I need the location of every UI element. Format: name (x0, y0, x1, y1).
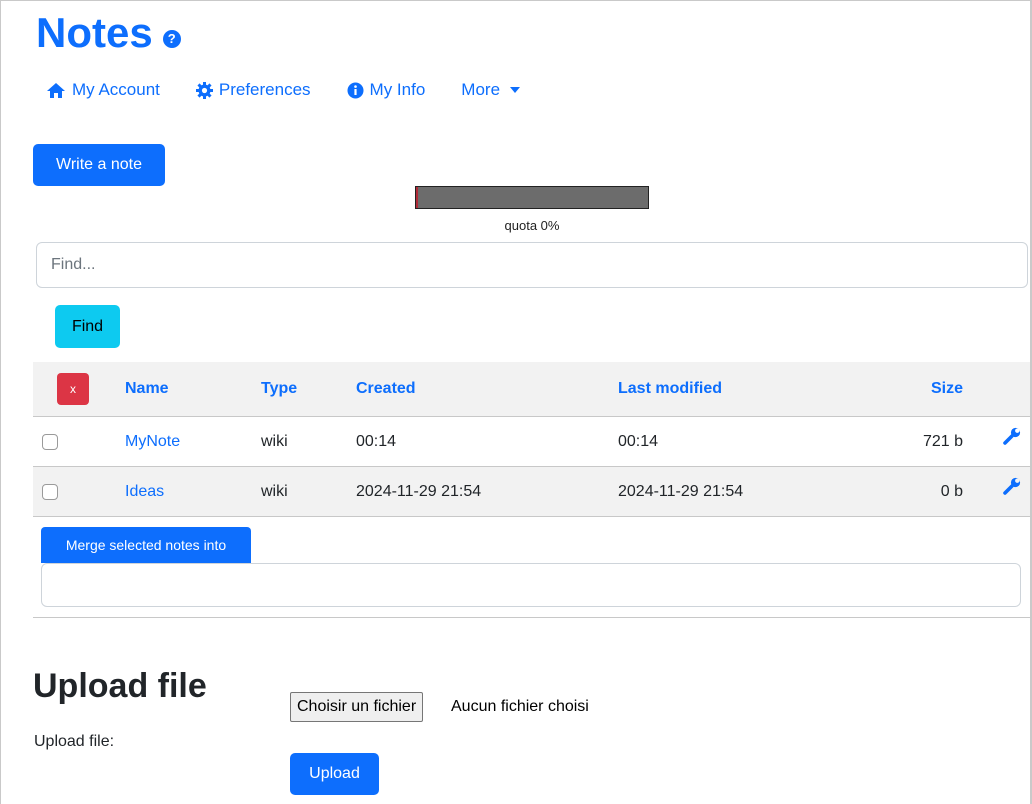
delete-selected-button[interactable]: x (57, 373, 89, 405)
upload-field-label: Upload file: (34, 733, 115, 750)
quota-bar-fill (416, 187, 418, 208)
notes-table: x Name Type Created Last modified Size M… (33, 362, 1030, 517)
section-divider (33, 617, 1030, 618)
note-type: wiki (261, 432, 288, 450)
row-settings-cell (1003, 411, 1021, 460)
top-nav: My Account Preferences My Info More (46, 80, 556, 100)
nav-more-dropdown[interactable]: More (461, 80, 521, 100)
note-last-modified: 00:14 (618, 432, 659, 450)
nav-more-label: More (461, 80, 501, 99)
window-border-top (0, 0, 1032, 1)
nav-preferences[interactable]: Preferences (195, 80, 311, 100)
row-select-checkbox[interactable] (42, 483, 58, 500)
column-header-type[interactable]: Type (261, 362, 297, 416)
note-name-link[interactable]: Ideas (125, 467, 164, 516)
page-title-text: Notes (36, 9, 153, 56)
caret-down-icon (510, 87, 521, 93)
home-icon (47, 82, 65, 98)
upload-heading: Upload file (33, 667, 207, 705)
table-header: x Name Type Created Last modified Size (33, 362, 1030, 417)
window-border-left (0, 0, 1, 804)
info-icon (347, 82, 364, 98)
header-delete-cell: x (57, 362, 89, 416)
column-header-last-modified[interactable]: Last modified (618, 362, 722, 416)
choose-file-button[interactable]: Choisir un fichier (290, 692, 424, 722)
column-header-name[interactable]: Name (125, 362, 169, 416)
quota-label: quota 0% (504, 218, 560, 233)
nav-preferences-label: Preferences (218, 80, 311, 99)
row-settings-cell (1003, 461, 1021, 510)
file-status-text: Aucun fichier choisi (451, 698, 589, 715)
gear-icon (195, 81, 213, 99)
table-row: MyNote wiki 00:14 00:14 721 b (33, 417, 1030, 467)
row-select-cell (42, 467, 58, 516)
table-row: Ideas wiki 2024-11-29 21:54 2024-11-29 2… (33, 467, 1030, 517)
page-title: Notes ? (36, 8, 181, 58)
row-select-checkbox[interactable] (42, 433, 58, 450)
search-input[interactable] (36, 242, 1028, 288)
wrench-icon[interactable] (1003, 477, 1021, 495)
note-size: 0 b (940, 482, 963, 500)
row-select-cell (42, 417, 58, 466)
merge-notes-button[interactable]: Merge selected notes into (41, 527, 251, 563)
find-button[interactable]: Find (55, 305, 120, 348)
merge-target-input[interactable] (41, 563, 1021, 607)
quota-bar (415, 186, 649, 209)
nav-my-info[interactable]: My Info (347, 80, 426, 100)
column-header-size[interactable]: Size (883, 362, 963, 416)
help-icon[interactable]: ? (162, 30, 181, 48)
write-note-button[interactable]: Write a note (33, 144, 165, 186)
note-size: 721 b (922, 432, 963, 450)
wrench-icon[interactable] (1003, 427, 1021, 445)
upload-button[interactable]: Upload (290, 753, 379, 795)
note-created: 2024-11-29 21:54 (356, 482, 482, 500)
note-created: 00:14 (356, 432, 397, 450)
note-type: wiki (261, 482, 288, 500)
nav-my-account[interactable]: My Account (46, 80, 160, 100)
column-header-created[interactable]: Created (356, 362, 416, 416)
note-name-link[interactable]: MyNote (125, 417, 180, 466)
nav-my-account-label: My Account (72, 80, 160, 99)
nav-my-info-label: My Info (369, 80, 426, 99)
note-last-modified: 2024-11-29 21:54 (618, 482, 744, 500)
